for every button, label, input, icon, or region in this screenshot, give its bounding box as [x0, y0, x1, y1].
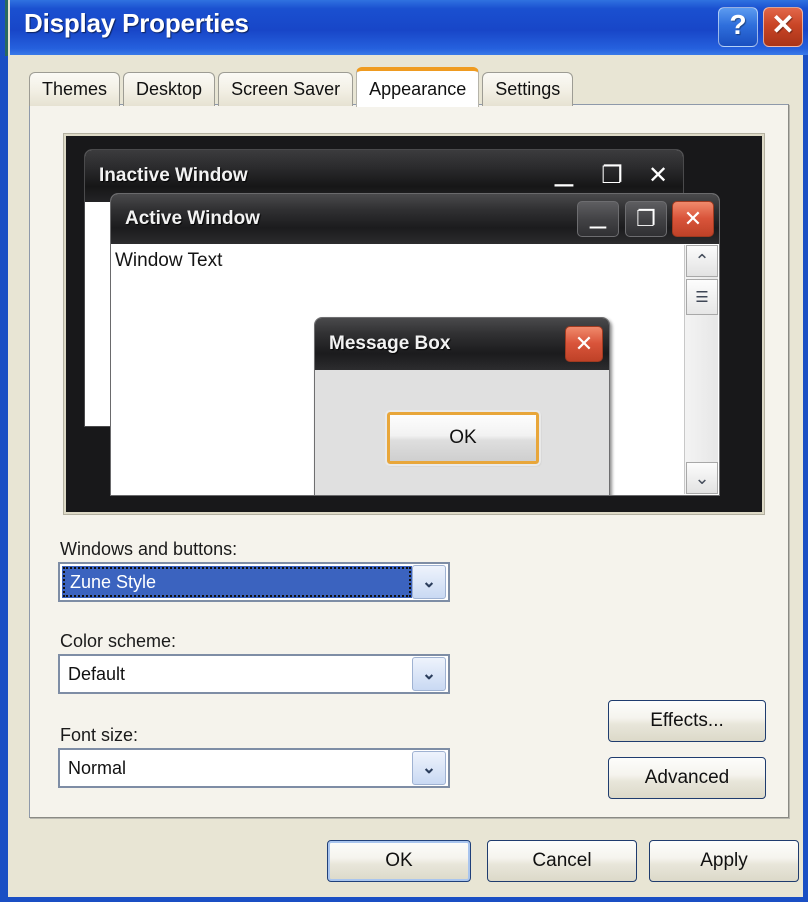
chevron-up-icon: ⌃ — [694, 250, 710, 271]
apply-button[interactable]: Apply — [649, 840, 799, 882]
preview-messagebox-close-button: ✕ — [565, 326, 603, 362]
advanced-label: Advanced — [644, 767, 730, 788]
preview-active-close-button: ✕ — [672, 201, 714, 237]
preview-active-minimize-button: – — [577, 201, 619, 241]
preview-active-maximize-button: ❐ — [625, 201, 667, 237]
grip-lines-icon: ☰ — [695, 289, 709, 306]
preview-active-titlebar: Active Window – ❐ ✕ — [111, 194, 719, 244]
windows-and-buttons-label: Windows and buttons: — [60, 539, 238, 559]
apply-label: Apply — [700, 850, 748, 871]
scroll-down-arrow-icon: ⌄ — [686, 462, 718, 494]
font-size-label: Font size: — [60, 725, 139, 745]
tab-label: Settings — [495, 79, 561, 99]
cancel-button[interactable]: Cancel — [487, 840, 637, 882]
preview-messagebox-ok-button: OK — [385, 410, 541, 466]
tab-label: Themes — [42, 79, 108, 99]
close-icon: ✕ — [574, 331, 594, 356]
tab-label: Appearance — [369, 78, 467, 99]
appearance-tab-panel: Inactive Window – ❐ ✕ Active Window – ❐ … — [29, 104, 789, 818]
tab-themes[interactable]: Themes — [29, 72, 121, 106]
font-size-value: Normal — [68, 757, 127, 778]
chevron-down-icon[interactable]: ⌄ — [412, 565, 446, 599]
display-properties-window: Display Properties ? ✕ Themes Desktop Sc… — [0, 0, 808, 902]
tab-desktop[interactable]: Desktop — [123, 72, 216, 106]
close-icon: ✕ — [647, 161, 669, 189]
preview-inactive-minimize-button: – — [554, 164, 574, 202]
color-scheme-combobox[interactable]: Default ⌄ — [58, 654, 450, 694]
chevron-down-icon[interactable]: ⌄ — [412, 657, 446, 691]
color-scheme-label: Color scheme: — [60, 631, 177, 651]
ok-label: OK — [449, 427, 477, 448]
theme-preview-pane[interactable]: Inactive Window – ❐ ✕ Active Window – ❐ … — [63, 133, 765, 515]
color-scheme-value: Default — [68, 663, 126, 684]
close-icon: ✕ — [683, 206, 703, 231]
tab-label: Desktop — [136, 79, 203, 99]
ok-label: OK — [385, 850, 413, 871]
windows-and-buttons-combobox[interactable]: Zune Style ⌄ — [58, 562, 450, 602]
chevron-down-icon[interactable]: ⌄ — [412, 751, 446, 785]
preview-window-text: Window Text — [115, 250, 223, 271]
preview-inactive-maximize-button: ❐ — [593, 156, 631, 194]
preview-active-title: Active Window — [125, 208, 260, 229]
scrollbar-thumb: ☰ — [686, 279, 718, 315]
preview-active-window: Active Window – ❐ ✕ Window Text ⌃ ☰ ⌄ Me… — [110, 193, 720, 496]
tab-screen-saver[interactable]: Screen Saver — [218, 72, 354, 106]
font-size-combobox[interactable]: Normal ⌄ — [58, 748, 450, 788]
preview-scrollbar: ⌃ ☰ ⌄ — [684, 245, 718, 494]
scroll-up-arrow-icon: ⌃ — [686, 245, 718, 277]
preview-messagebox-title: Message Box — [329, 333, 451, 354]
advanced-button[interactable]: Advanced — [608, 757, 766, 799]
effects-label: Effects... — [650, 710, 724, 731]
preview-messagebox-titlebar: Message Box ✕ — [315, 318, 609, 370]
maximize-icon: ❐ — [601, 161, 623, 189]
windows-and-buttons-value: Zune Style — [62, 566, 412, 598]
preview-message-box: Message Box ✕ OK — [314, 317, 610, 495]
preview-inactive-close-button: ✕ — [639, 156, 677, 194]
chevron-down-icon: ⌄ — [694, 467, 710, 488]
tab-strip: Themes Desktop Screen Saver Appearance S… — [29, 67, 576, 107]
tab-label: Screen Saver — [231, 79, 341, 99]
maximize-icon: ❐ — [636, 206, 656, 231]
cancel-label: Cancel — [532, 850, 592, 871]
tab-settings[interactable]: Settings — [482, 72, 574, 106]
tab-appearance[interactable]: Appearance — [356, 67, 480, 107]
ok-button[interactable]: OK — [327, 840, 471, 882]
effects-button[interactable]: Effects... — [608, 700, 766, 742]
preview-inactive-title: Inactive Window — [99, 165, 248, 186]
